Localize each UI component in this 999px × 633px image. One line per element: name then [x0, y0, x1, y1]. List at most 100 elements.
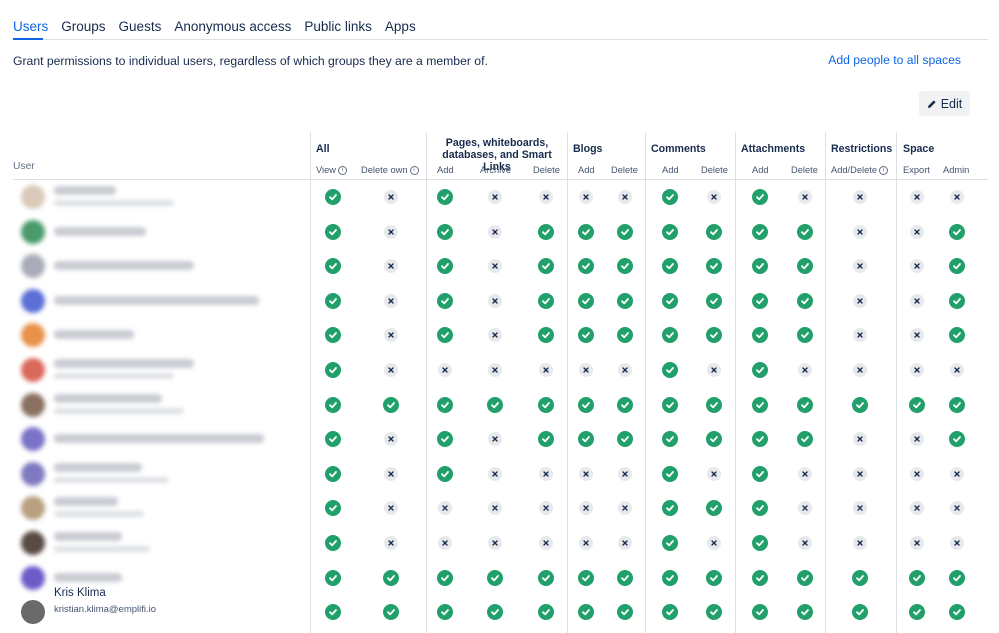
table-row [0, 353, 999, 387]
subheader-attachments-delete: Delete [791, 165, 818, 175]
page-description: Grant permissions to individual users, r… [13, 54, 488, 68]
cross-icon [384, 432, 398, 447]
cross-icon [384, 259, 398, 274]
redacted-user-email [54, 546, 150, 552]
subheader-space-export: Export [903, 165, 930, 175]
redacted-user-name [54, 572, 122, 582]
subheader-comments-delete: Delete [701, 165, 728, 175]
check-icon [797, 604, 813, 621]
check-icon [752, 327, 768, 344]
check-icon [797, 292, 813, 309]
group-header-blogs: Blogs [573, 143, 603, 155]
check-icon [437, 223, 453, 240]
redacted-user-name [54, 393, 162, 403]
check-icon [752, 431, 768, 448]
tab-guests[interactable]: Guests [119, 16, 162, 40]
check-icon [437, 431, 453, 448]
check-icon [662, 292, 678, 309]
cross-icon [798, 363, 812, 377]
check-icon [538, 327, 554, 344]
tab-anonymous-access[interactable]: Anonymous access [174, 16, 291, 40]
check-icon [325, 362, 341, 378]
cross-icon [438, 501, 452, 516]
cross-icon [910, 293, 924, 308]
check-icon [706, 604, 722, 621]
check-icon [578, 327, 594, 344]
avatar [21, 288, 45, 313]
check-icon [383, 604, 399, 621]
cross-icon [438, 536, 452, 550]
check-icon [949, 604, 965, 621]
cross-icon [853, 432, 867, 447]
info-icon[interactable]: i [337, 166, 347, 176]
check-icon [617, 569, 633, 586]
check-icon [949, 223, 965, 240]
redacted-user-name [54, 226, 146, 236]
check-icon [662, 604, 678, 621]
cross-icon [384, 224, 398, 239]
table-row [0, 318, 999, 352]
user-column-header: User [13, 161, 35, 172]
table-row [0, 180, 999, 214]
check-icon [538, 431, 554, 448]
check-icon [662, 327, 678, 344]
user-name: Kris Klima [54, 587, 106, 600]
check-icon [325, 569, 341, 586]
tab-apps[interactable]: Apps [385, 16, 416, 40]
check-icon [752, 258, 768, 275]
check-icon [487, 396, 503, 413]
check-icon [752, 396, 768, 413]
check-icon [949, 569, 965, 586]
check-icon [752, 500, 768, 517]
check-icon [662, 569, 678, 586]
group-header-all: All [316, 143, 330, 155]
cross-icon [488, 190, 502, 204]
check-icon [578, 569, 594, 586]
tab-public-links[interactable]: Public links [304, 16, 372, 40]
avatar [21, 496, 45, 521]
cross-icon [384, 328, 398, 343]
check-icon [617, 327, 633, 344]
check-icon [797, 223, 813, 240]
check-icon [437, 292, 453, 309]
check-icon [538, 258, 554, 275]
check-icon [383, 396, 399, 413]
edit-button[interactable]: Edit [919, 91, 970, 116]
check-icon [752, 292, 768, 309]
cross-icon [707, 466, 721, 481]
table-row [0, 215, 999, 249]
check-icon [578, 396, 594, 413]
cross-icon [384, 293, 398, 308]
check-icon [752, 465, 768, 482]
redacted-user-email [54, 373, 174, 379]
check-icon [538, 292, 554, 309]
check-icon [949, 431, 965, 448]
group-header-attachments: Attachments [741, 143, 806, 155]
cross-icon [618, 363, 632, 377]
avatar [21, 254, 45, 279]
redacted-user-email [54, 200, 174, 206]
check-icon [617, 292, 633, 309]
tab-users[interactable]: Users [13, 16, 48, 40]
check-icon [325, 431, 341, 448]
cross-icon [488, 224, 502, 239]
check-icon [909, 569, 925, 586]
info-icon[interactable]: i [409, 166, 419, 176]
add-people-link[interactable]: Add people to all spaces [828, 53, 961, 67]
subheader-pages-archive: Archive [480, 165, 512, 175]
cross-icon [488, 259, 502, 274]
redacted-user-name [54, 462, 142, 472]
avatar [21, 323, 45, 348]
check-icon [325, 500, 341, 517]
check-icon [662, 465, 678, 482]
check-icon [662, 362, 678, 378]
cross-icon [488, 328, 502, 343]
cross-icon [384, 190, 398, 204]
check-icon [617, 604, 633, 621]
check-icon [662, 258, 678, 275]
info-icon[interactable]: i [879, 166, 888, 176]
cross-icon [910, 466, 924, 481]
tab-groups[interactable]: Groups [61, 16, 105, 40]
cross-icon [853, 536, 867, 550]
cross-icon [853, 224, 867, 239]
